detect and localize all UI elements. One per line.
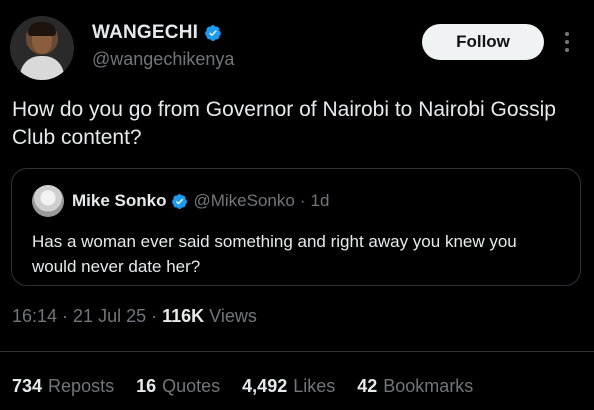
- quotes-stat[interactable]: 16 Quotes: [136, 376, 220, 397]
- verified-badge-icon: [205, 25, 221, 41]
- tweet-text: How do you go from Governor of Nairobi t…: [12, 98, 556, 149]
- bookmarks-label: Bookmarks: [383, 376, 474, 396]
- likes-label: Likes: [293, 376, 336, 396]
- tweet-header: WANGECHI @wangechikenya Follow: [10, 14, 584, 84]
- tweet-time[interactable]: 16:14: [12, 306, 57, 327]
- verified-badge-icon: [172, 193, 188, 209]
- more-options-icon[interactable]: [562, 28, 572, 56]
- quotes-count: 16: [136, 376, 157, 396]
- meta-separator: ·: [151, 306, 158, 326]
- author-name-row: WANGECHI: [92, 22, 222, 44]
- quoted-header: Mike Sonko @MikeSonko · 1d: [72, 191, 329, 211]
- author-display-name[interactable]: WANGECHI: [92, 22, 198, 44]
- views-label: Views: [209, 306, 257, 326]
- quoted-text: Has a woman ever said something and righ…: [32, 232, 517, 276]
- likes-count: 4,492: [242, 376, 288, 396]
- tweet-date[interactable]: 21 Jul 25: [73, 306, 146, 327]
- avatar-hair: [28, 22, 56, 36]
- quoted-author-avatar[interactable]: [32, 185, 64, 217]
- reposts-count: 734: [12, 376, 43, 396]
- more-dot: [565, 48, 569, 52]
- engagement-stats: 734 Reposts 16 Quotes 4,492 Likes 42 Boo…: [12, 376, 473, 397]
- quoted-handle[interactable]: @MikeSonko: [193, 191, 294, 211]
- tweet-meta: 16:14 · 21 Jul 25 · 116K Views: [12, 306, 257, 327]
- more-dot: [565, 32, 569, 36]
- more-dot: [565, 40, 569, 44]
- bookmarks-stat[interactable]: 42 Bookmarks: [357, 376, 473, 397]
- follow-button[interactable]: Follow: [422, 24, 544, 60]
- likes-stat[interactable]: 4,492 Likes: [242, 376, 335, 397]
- bookmarks-count: 42: [357, 376, 378, 396]
- author-handle[interactable]: @wangechikenya: [92, 49, 234, 70]
- avatar-shirt: [20, 56, 64, 80]
- quotes-label: Quotes: [162, 376, 221, 396]
- meta-separator: ·: [62, 306, 69, 326]
- quoted-display-name[interactable]: Mike Sonko: [72, 191, 166, 211]
- reposts-label: Reposts: [48, 376, 115, 396]
- quoted-timestamp[interactable]: 1d: [311, 191, 330, 211]
- quoted-separator: ·: [299, 191, 306, 210]
- divider: [0, 351, 594, 352]
- reposts-stat[interactable]: 734 Reposts: [12, 376, 114, 397]
- views-count: 116K: [162, 306, 205, 326]
- author-avatar[interactable]: [10, 16, 74, 80]
- quoted-tweet[interactable]: Mike Sonko @MikeSonko · 1d Has a woman e…: [11, 168, 581, 286]
